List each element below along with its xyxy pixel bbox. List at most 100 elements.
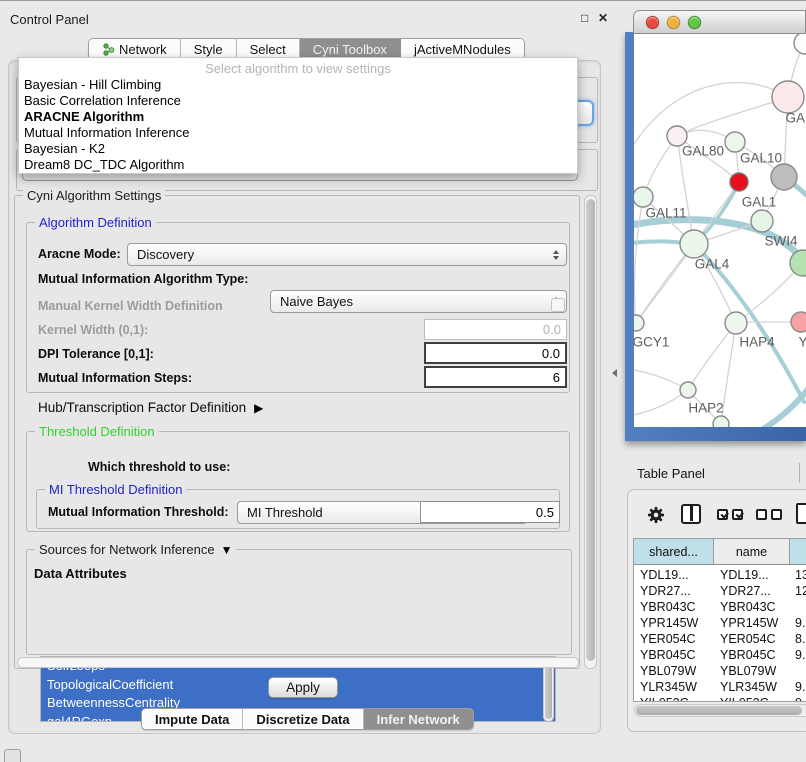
node-label: GAL11: [645, 206, 686, 221]
minimize-window-icon[interactable]: [667, 16, 680, 29]
table-row[interactable]: YIL052C YIL052C 9: [634, 695, 806, 702]
table-toolbar: [628, 490, 806, 537]
node-gal1[interactable]: [730, 173, 748, 191]
export-table-icon[interactable]: [796, 503, 806, 524]
tab-style[interactable]: Style: [181, 39, 237, 59]
aracne-mode-label: Aracne Mode:: [38, 247, 121, 261]
column-header-shared-name[interactable]: shared...: [634, 539, 714, 564]
mi-type-label: Mutual Information Algorithm Type:: [38, 272, 248, 286]
node-label: Y: [798, 335, 806, 350]
tab-impute-data[interactable]: Impute Data: [142, 709, 243, 729]
which-threshold-label: Which threshold to use:: [88, 460, 230, 474]
hide-columns-icon[interactable]: [756, 509, 782, 520]
columns-icon[interactable]: [681, 504, 701, 524]
tab-jactivemnodules[interactable]: jActiveMNodules: [401, 39, 524, 59]
table-horizontal-scrollbar[interactable]: [634, 704, 806, 717]
node-unlabeled-bottom[interactable]: [713, 416, 729, 427]
mi-threshold-label: Mutual Information Threshold:: [48, 505, 229, 519]
gear-icon[interactable]: [647, 506, 665, 524]
settings-scrollbar-thumb[interactable]: [586, 199, 595, 661]
column-header-name[interactable]: name: [714, 539, 790, 564]
dropdown-item-bayesian-k2[interactable]: Bayesian - K2: [19, 141, 577, 157]
data-attributes-label: Data Attributes: [34, 566, 127, 581]
splitter-collapse-arrow[interactable]: [612, 369, 617, 377]
node-swi4[interactable]: [751, 210, 773, 232]
node-unlabeled-top[interactable]: [794, 34, 806, 54]
network-nodes: [634, 34, 806, 427]
attribute-table[interactable]: shared... name YDL19... YDL19... 13 YDR2…: [633, 538, 806, 702]
tab-select[interactable]: Select: [237, 39, 300, 59]
panel-splitter[interactable]: [608, 1, 625, 762]
tab-network-label: Network: [119, 42, 167, 57]
chevron-right-icon: ▶: [254, 401, 263, 415]
aracne-mode-value: Discovery: [137, 247, 194, 262]
node-label: GAL10: [740, 151, 782, 166]
apply-button[interactable]: Apply: [268, 677, 338, 698]
node-gal4[interactable]: [680, 230, 708, 258]
node-gal10[interactable]: [725, 132, 745, 152]
dropdown-item-dream8[interactable]: Dream8 DC_TDC Algorithm: [19, 157, 577, 173]
tab-infer-network-label: Infer Network: [377, 712, 460, 727]
mi-steps-field[interactable]: [424, 366, 567, 388]
table-row[interactable]: YER054C YER054C 8.: [634, 631, 806, 647]
aracne-mode-combo[interactable]: Discovery: [127, 243, 567, 266]
table-row[interactable]: YBL079W YBL079W: [634, 663, 806, 679]
table-row[interactable]: YBR043C YBR043C: [634, 599, 806, 615]
table-row[interactable]: YPR145W YPR145W 9.: [634, 615, 806, 631]
node-label: HAP2: [688, 401, 723, 416]
table-row[interactable]: YDL19... YDL19... 13: [634, 567, 806, 583]
table-row[interactable]: YLR345W YLR345W 9.: [634, 679, 806, 695]
settings-horizontal-scrollbar[interactable]: [17, 657, 579, 668]
close-panel-icon[interactable]: ✕: [598, 12, 608, 24]
node-hap2[interactable]: [680, 382, 696, 398]
attributes-scrollbar-thumb[interactable]: [545, 661, 552, 719]
table-scrollbar-thumb[interactable]: [636, 706, 802, 715]
mi-type-combo[interactable]: Naive Bayes: [270, 290, 567, 313]
table-row[interactable]: YDR27... YDR27... 12: [634, 583, 806, 599]
tab-network[interactable]: Network: [89, 39, 181, 59]
float-window-icon[interactable]: □: [581, 12, 588, 24]
node-gal11[interactable]: [634, 187, 653, 207]
node-hap4[interactable]: [725, 312, 747, 334]
settings-vertical-scrollbar[interactable]: [584, 195, 597, 669]
network-window-titlebar[interactable]: [633, 10, 806, 34]
sources-title-row[interactable]: Sources for Network Inference ▼: [35, 542, 236, 557]
hub-section-toggle[interactable]: Hub/Transcription Factor Definition ▶: [38, 400, 263, 415]
show-selected-columns-icon[interactable]: [717, 509, 743, 520]
dpi-tolerance-field[interactable]: [424, 342, 567, 364]
node-gcy1[interactable]: [634, 315, 644, 331]
apply-button-label: Apply: [286, 680, 320, 695]
dropdown-item-aracne[interactable]: ARACNE Algorithm: [19, 109, 577, 125]
network-graph[interactable]: [634, 34, 806, 427]
kernel-width-field[interactable]: [424, 319, 567, 340]
node-label: GCY1: [634, 335, 669, 350]
manual-kernel-checkbox[interactable]: [551, 298, 565, 312]
zoom-window-icon[interactable]: [688, 16, 701, 29]
bottom-tabbar: Impute Data Discretize Data Infer Networ…: [141, 708, 474, 730]
node-gal2[interactable]: [772, 81, 804, 113]
table-panel-title: Table Panel: [637, 466, 705, 481]
network-canvas[interactable]: GAL GAL80 GAL10 GAL1 GAL11 SWI4 GAL4 GCY…: [634, 34, 806, 427]
algorithm-definition-title: Algorithm Definition: [35, 215, 156, 230]
cyni-settings-title: Cyni Algorithm Settings: [23, 188, 165, 203]
mi-threshold-field[interactable]: [420, 501, 560, 523]
minimized-panel-grip[interactable]: [4, 749, 21, 762]
node-unlabeled-salmon[interactable]: [791, 312, 806, 332]
column-header-cut[interactable]: [790, 539, 806, 564]
node-unlabeled-gray[interactable]: [771, 164, 797, 190]
dropdown-item-mutual-information[interactable]: Mutual Information Inference: [19, 125, 577, 141]
node-label: HAP4: [739, 335, 774, 350]
hub-section-label: Hub/Transcription Factor Definition: [38, 400, 246, 415]
tab-cyni-toolbox[interactable]: Cyni Toolbox: [300, 39, 401, 59]
table-row[interactable]: YBR045C YBR045C 9.: [634, 647, 806, 663]
sources-title: Sources for Network Inference: [39, 542, 215, 557]
dropdown-item-basic-correlation[interactable]: Basic Correlation Inference: [19, 93, 577, 109]
close-window-icon[interactable]: [646, 16, 659, 29]
tab-discretize-data[interactable]: Discretize Data: [243, 709, 363, 729]
spinner-icon: [553, 250, 559, 260]
tab-infer-network[interactable]: Infer Network: [364, 709, 473, 729]
tab-style-label: Style: [194, 42, 223, 57]
node-label: GAL1: [742, 195, 777, 210]
node-label: GAL80: [682, 144, 724, 159]
dropdown-item-bayesian-hill-climbing[interactable]: Bayesian - Hill Climbing: [19, 77, 577, 93]
